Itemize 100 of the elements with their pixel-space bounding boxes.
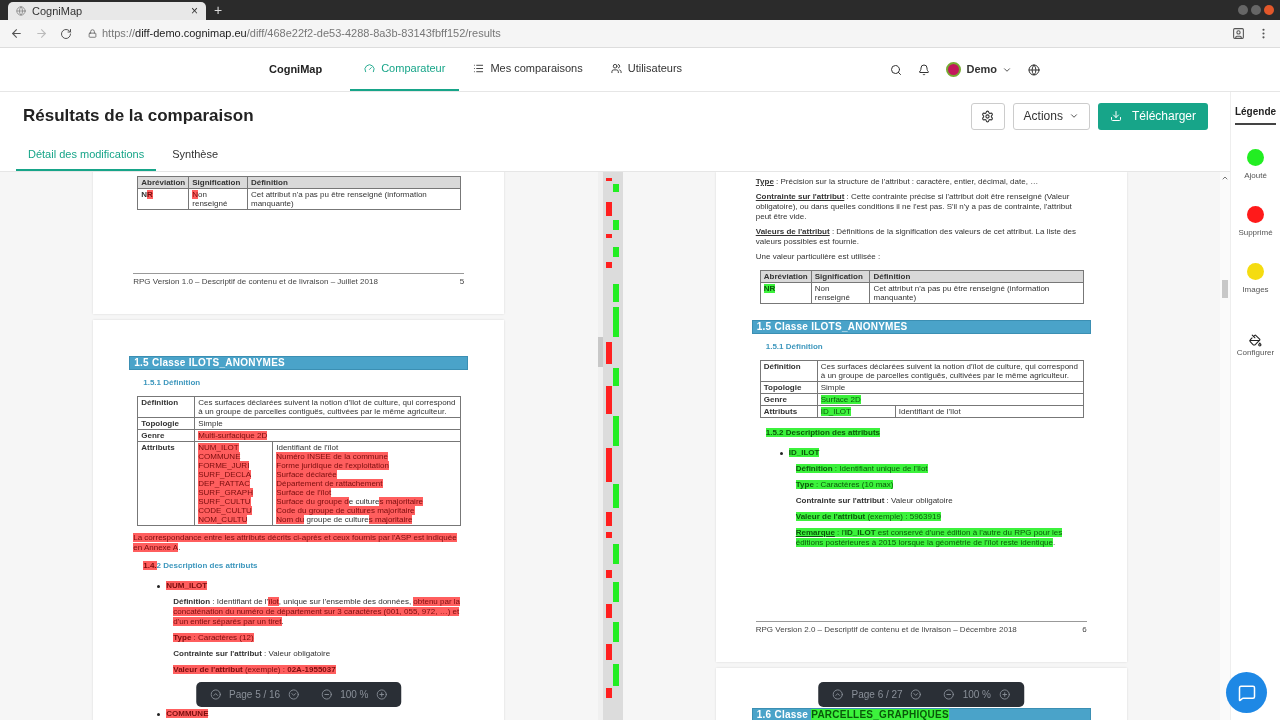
close-window-icon[interactable] <box>1264 5 1274 15</box>
subsection-heading: 1.4.2 Description des attributs <box>143 561 259 571</box>
close-tab-button[interactable]: × <box>191 2 198 20</box>
actions-button[interactable]: Actions <box>1012 102 1090 130</box>
page-number: 5 <box>459 276 465 288</box>
table-cell: Genre <box>760 393 818 406</box>
paragraph: Remarque : l'ID_ILOT est conservé d'une édition à l'autre du RPG pour les éditions postérieures à 2015 lorsque la géométrie de l'îlot reste identique. <box>795 528 1064 548</box>
table-cell-text: Identifiant de l'îlot Numéro INSEE de la commune Forme juridique de l'exploitation Surface déclarée Département de rattachement Surface de l'îlot Surface du groupe de cultures majoritaire Code du groupe de cultures majoritaire Nom du groupe de cultures majoritaire <box>275 442 425 525</box>
paragraph: Définition : Identifiant unique de l'îlot <box>795 464 929 474</box>
avatar <box>946 62 962 77</box>
table-cell: Définition <box>869 270 1084 283</box>
chat-button[interactable] <box>1226 672 1267 713</box>
table-cell: NR <box>760 282 812 304</box>
scroll-up-icon[interactable] <box>1221 174 1229 182</box>
table-cell: Signification <box>188 176 248 189</box>
legend-title: Légende <box>1234 104 1277 125</box>
nav-tab[interactable]: Mes comparaisons <box>459 48 597 91</box>
zoom-out-button[interactable] <box>321 689 333 700</box>
maximize-icon[interactable] <box>1251 5 1261 15</box>
subsection-heading: 1.5.1 Définition <box>765 342 824 352</box>
site-icon <box>16 6 26 16</box>
nav-tab[interactable]: Utilisateurs <box>596 48 697 91</box>
next-page-button[interactable] <box>288 689 300 700</box>
paragraph: Type : Précision sur la structure de l'attribut : caractère, entier, décimal, date, … <box>755 177 1040 187</box>
minimize-icon[interactable] <box>1238 5 1248 15</box>
bullet-icon <box>157 712 161 716</box>
table-cell: Multi-surfacique 2D <box>194 429 461 442</box>
page-title: Résultats de la comparaison <box>23 105 255 128</box>
zoom-out-button[interactable] <box>943 689 955 700</box>
table-cell: Attributs <box>760 405 818 418</box>
table-cell: Genre <box>137 429 195 442</box>
chat-icon <box>1237 683 1256 702</box>
previous-page-button[interactable] <box>832 689 844 700</box>
page-number: 6 <box>1082 624 1087 636</box>
user-menu[interactable]: Demo <box>946 61 1012 78</box>
paragraph: Valeur de l'attribut (exemple) : 5963919 <box>795 512 942 522</box>
table-cell: ID_ILOT <box>817 406 896 417</box>
table-cell: Ces surfaces déclarées suivent la notion d'îlot de culture, qui correspond à un groupe de parcelles contiguës, cultivées par le même agriculteur. <box>817 360 1084 382</box>
table-cell: Définition <box>137 396 195 418</box>
paragraph: Type : Caractères (10 max) <box>795 480 895 490</box>
table-cell: NUM_ILOT COMMUNE FORME_JURI SURF_DECLA DEP_RATTAC SURF_GRAPH SURF_CULTU CODE_CULTU NOM_CULTU <box>195 442 274 525</box>
notification-icon[interactable] <box>918 63 931 76</box>
previous-page-button[interactable] <box>210 689 221 700</box>
view-tab[interactable]: Synthèse <box>160 140 231 171</box>
zoom-in-button[interactable] <box>376 689 388 700</box>
paragraph: La correspondance entre les attributs décrits ci-après et ceux fournis par l'ASP est indiquée en Annexe A. <box>133 533 458 553</box>
paragraph: Une valeur particulière est utilisée : <box>755 252 882 262</box>
list-icon <box>473 63 485 74</box>
lock-icon <box>88 29 97 38</box>
subsection-heading: 1.5.1 Définition <box>143 378 202 388</box>
users-icon <box>610 63 622 74</box>
paragraph: Valeur de l'attribut (exemple) : 02A-1955037 <box>173 665 337 675</box>
url-scheme: https:// <box>102 27 136 40</box>
scrollbar-thumb[interactable] <box>1222 280 1228 298</box>
table-cell: Abréviation <box>137 176 189 189</box>
bullet-icon <box>779 451 783 455</box>
attribute-name: NUM_ILOT <box>166 581 208 591</box>
table-cell: Ces surfaces déclarées suivent la notion d'îlot de culture, qui correspond à un groupe de parcelles contiguës, cultivées par le même agriculteur. <box>194 396 461 418</box>
table-cell: Abréviation <box>760 270 812 283</box>
paragraph: Contrainte sur l'attribut : Valeur obligatoire <box>795 496 954 506</box>
page-indicator: Page 5 / 16 <box>229 688 281 702</box>
paragraph: Type : Caractères (12) <box>173 633 255 643</box>
url-host: diff-demo.cognimap.eu <box>135 27 247 40</box>
new-tab-button[interactable]: + <box>214 0 223 21</box>
page-indicator: Page 6 / 27 <box>851 688 903 702</box>
zoom-in-button[interactable] <box>999 689 1010 700</box>
back-icon[interactable] <box>10 27 23 40</box>
table-cell-text: Identifiant de l'îlot <box>897 406 962 417</box>
configure-button[interactable]: Configurer <box>1236 334 1275 359</box>
address-bar[interactable]: https://diff-demo.cognimap.eu/diff/468e22f2-de53-4288-8a3b-83143fbff152/results <box>88 25 501 42</box>
profile-icon[interactable] <box>1232 27 1245 40</box>
paragraph: Définition : Identifiant de l'îlot, unique sur l'ensemble des données, obtenu par la concaténation du numéro de département sur 3 caractères (001, 055, 972, …) et d'un entier séparés par un tiret. <box>173 597 462 627</box>
settings-icon <box>981 109 995 123</box>
paint-bucket-icon <box>1249 334 1262 347</box>
brand-name[interactable]: CogniMap <box>269 61 323 78</box>
legend-label: Ajouté <box>1244 170 1267 182</box>
page-footer: RPG Version 1.0 – Descriptif de contenu et de livraison – Juillet 2018 <box>133 276 378 288</box>
reload-icon[interactable] <box>60 27 72 40</box>
browser-tab[interactable]: CogniMap × <box>8 2 206 20</box>
language-icon[interactable] <box>1028 63 1040 76</box>
download-icon <box>1109 110 1122 122</box>
diff-overview-drawing[interactable] <box>602 172 623 720</box>
next-page-button[interactable] <box>910 689 922 700</box>
table-cell: Topologie <box>137 417 195 430</box>
table-cell: Attributs <box>137 441 195 526</box>
scrollbar-thumb[interactable] <box>597 337 603 367</box>
settings-button[interactable] <box>970 102 1005 130</box>
url-path: /diff/468e22f2-de53-4288-8a3b-83143fbff152/results <box>246 27 501 40</box>
paragraph: Valeurs de l'attribut : Définitions de la signification des valeurs de cet attribut. La liste des valeurs possibles est fournie. <box>755 227 1078 247</box>
bullet-icon <box>157 584 161 588</box>
legend-label: Supprimé <box>1238 227 1273 239</box>
search-icon[interactable] <box>890 63 903 76</box>
table-cell: Simple <box>817 381 1084 394</box>
section-heading: 1.5 Classe ILOTS_ANONYMES <box>751 320 1091 334</box>
table-cell: Définition <box>247 176 461 189</box>
caret-icon <box>1068 111 1079 121</box>
table-cell: Cet attribut n'a pas pu être renseigné (information manquante) <box>247 188 461 210</box>
table-cell: Topologie <box>760 381 818 394</box>
zoom-level: 100 % <box>340 688 369 702</box>
legend-label: Images <box>1242 284 1269 296</box>
